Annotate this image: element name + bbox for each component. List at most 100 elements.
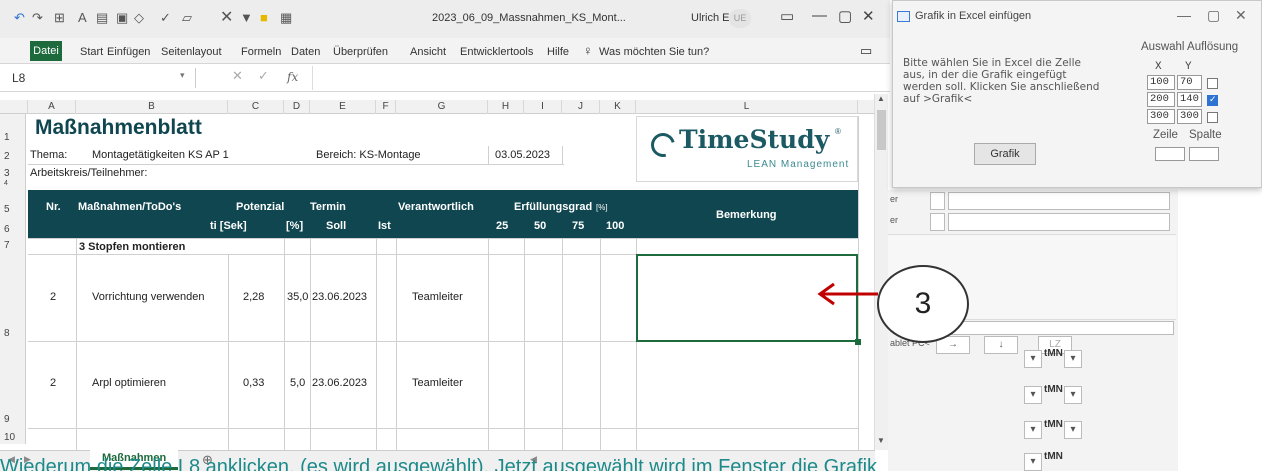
column-header[interactable]: E (310, 100, 376, 114)
panel-dropdown[interactable] (948, 213, 1170, 231)
tab-file[interactable]: Datei (30, 41, 62, 61)
table-cell[interactable]: 2 (50, 377, 56, 389)
fill-color-icon[interactable]: ■ (260, 10, 268, 26)
row-header[interactable]: 3 (0, 168, 26, 179)
chevron-down-icon[interactable]: ▾ (180, 70, 185, 81)
undo-icon[interactable]: ↶ (14, 10, 25, 26)
insert-function-icon[interactable]: fx (287, 70, 298, 84)
resolution-y-field[interactable]: 300 (1177, 109, 1202, 124)
column-header[interactable]: J (562, 100, 600, 114)
chevron-down-icon[interactable]: ▾ (1064, 386, 1082, 404)
chevron-down-icon[interactable]: ▾ (1024, 350, 1042, 368)
table-cell[interactable]: 23.06.2023 (312, 291, 367, 303)
column-header[interactable]: D (284, 100, 310, 114)
date-value[interactable]: 03.05.2023 (495, 149, 550, 161)
column-header[interactable]: G (396, 100, 488, 114)
name-box[interactable]: L8 (6, 68, 196, 88)
borders-icon[interactable]: ⊞ (54, 10, 65, 26)
resolution-x-field[interactable]: 300 (1147, 109, 1175, 124)
enter-icon[interactable]: ✓ (258, 68, 269, 84)
row-header[interactable]: 8 (0, 328, 26, 339)
chevron-down-icon[interactable]: ▾ (1064, 421, 1082, 439)
chevron-down-icon[interactable]: ▾ (1024, 421, 1042, 439)
comments-icon[interactable]: ▭ (860, 43, 872, 59)
cancel-icon[interactable]: ✕ (232, 68, 243, 84)
column-header[interactable]: I (524, 100, 562, 114)
table-cell[interactable]: Arpl optimieren (92, 377, 166, 389)
scroll-up-icon[interactable]: ▲ (877, 94, 885, 103)
thema-value[interactable]: Montagetätigkeiten KS AP 1 (92, 149, 229, 161)
column-header[interactable]: F (376, 100, 396, 114)
table-cell[interactable]: Teamleiter (412, 291, 463, 303)
resolution-checkbox-1[interactable] (1207, 78, 1218, 89)
select-all-corner[interactable] (0, 100, 28, 114)
column-header[interactable]: A (28, 100, 76, 114)
filter-icon[interactable]: ▼ (240, 10, 253, 26)
minimize-icon[interactable]: — (812, 7, 827, 24)
close-icon[interactable]: ✕ (862, 7, 875, 25)
formula-input[interactable] (312, 66, 872, 90)
row-header[interactable]: 7 (0, 240, 26, 251)
tab-hilfe[interactable]: Hilfe (547, 46, 569, 58)
resolution-y-field[interactable]: 70 (1177, 75, 1202, 90)
table-cell[interactable]: 2 (50, 291, 56, 303)
resolution-x-field[interactable]: 200 (1147, 92, 1175, 107)
avatar[interactable]: UE (729, 9, 751, 28)
table-cell[interactable]: 5,0 (290, 377, 305, 389)
text-color-icon[interactable]: A (78, 10, 87, 26)
row-header[interactable]: 2 (0, 151, 26, 162)
chevron-down-icon[interactable]: ▾ (1024, 453, 1042, 471)
minimize-icon[interactable]: — (1177, 7, 1191, 23)
redo-icon[interactable]: ↷ (32, 10, 43, 26)
column-header[interactable]: B (76, 100, 228, 114)
panel-dropdown[interactable] (930, 213, 945, 231)
resolution-y-field[interactable]: 140 (1177, 92, 1202, 107)
tab-formeln[interactable]: Formeln (241, 46, 281, 58)
maximize-icon[interactable]: ▢ (838, 7, 852, 25)
clear-icon[interactable]: ✕ (220, 10, 233, 26)
zeile-field[interactable] (1155, 147, 1185, 161)
column-header[interactable]: H (488, 100, 524, 114)
panel-scrollbar[interactable] (948, 321, 1174, 335)
tell-me-search[interactable]: Was möchten Sie tun? (599, 46, 709, 58)
row-header[interactable]: 10 (0, 432, 26, 443)
row-header[interactable]: 4 (0, 180, 26, 187)
tab-ansicht[interactable]: Ansicht (410, 46, 446, 58)
row-header[interactable]: 9 (0, 414, 26, 425)
tab-einfuegen[interactable]: Einfügen (107, 46, 150, 58)
vertical-scrollbar[interactable]: ▲ ▼ (874, 94, 888, 450)
panel-dropdown[interactable] (948, 192, 1170, 210)
column-header[interactable]: K (600, 100, 636, 114)
tab-daten[interactable]: Daten (291, 46, 320, 58)
fill-handle[interactable] (855, 339, 861, 345)
section-title[interactable]: 3 Stopfen montieren (79, 241, 185, 253)
save-as-icon[interactable]: ▣ (116, 10, 128, 26)
format-icon[interactable]: ◇ (134, 10, 144, 26)
maximize-icon[interactable]: ▢ (1207, 7, 1220, 24)
resolution-checkbox-3[interactable] (1207, 112, 1218, 123)
tab-start[interactable]: Start (80, 46, 103, 58)
column-header[interactable]: C (228, 100, 284, 114)
scroll-down-icon[interactable]: ▼ (877, 436, 885, 445)
panel-dropdown[interactable] (930, 192, 945, 210)
tab-seitenlayout[interactable]: Seitenlayout (161, 46, 222, 58)
save-icon[interactable]: ▤ (96, 10, 108, 26)
table-cell[interactable]: 0,33 (243, 377, 264, 389)
scroll-thumb[interactable] (877, 110, 886, 150)
table-cell[interactable]: Teamleiter (412, 377, 463, 389)
table-cell[interactable]: Vorrichtung verwenden (92, 291, 205, 303)
table-cell[interactable]: 2,28 (243, 291, 264, 303)
column-header[interactable]: L (636, 100, 858, 114)
spalte-field[interactable] (1189, 147, 1219, 161)
close-icon[interactable]: ✕ (1235, 7, 1247, 24)
row-header[interactable]: 6 (0, 224, 26, 235)
grafik-button[interactable]: Grafik (974, 143, 1036, 165)
arrow-down-button[interactable]: ↓ (984, 336, 1018, 354)
grid-icon[interactable]: ▦ (280, 10, 292, 26)
table-cell[interactable]: 23.06.2023 (312, 377, 367, 389)
bereich-value[interactable]: Bereich: KS-Montage (316, 149, 421, 161)
row-header[interactable]: 5 (0, 204, 26, 215)
chevron-down-icon[interactable]: ▾ (1064, 350, 1082, 368)
row-header[interactable]: 1 (0, 132, 26, 143)
tab-ueberpruefen[interactable]: Überprüfen (333, 46, 388, 58)
